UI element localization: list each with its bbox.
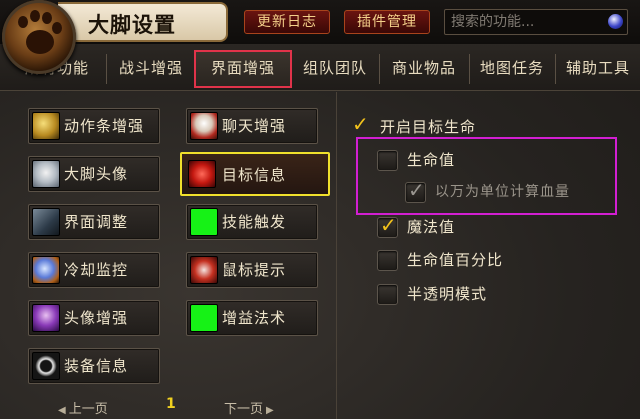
header-bar: 大脚设置 更新日志 插件管理: [0, 0, 640, 44]
module-chat[interactable]: 聊天增强: [186, 108, 318, 144]
spiked-ring-icon: [32, 352, 60, 380]
checkmark-icon: ✓: [408, 178, 425, 202]
module-label: 目标信息: [222, 166, 287, 184]
option-health-percent[interactable]: 生命值百分比: [377, 248, 557, 272]
prev-page-label: 上一页: [68, 402, 108, 417]
right-arrow-icon: ▶: [266, 405, 274, 416]
red-claw-icon: [190, 256, 218, 284]
tab-trade-items[interactable]: 商业物品: [379, 54, 470, 84]
module-label: 动作条增强: [64, 117, 145, 135]
option-enable-target-health[interactable]: ✓ 开启目标生命: [350, 112, 550, 139]
checkmark-icon: ✓: [352, 112, 369, 136]
search-input[interactable]: [449, 12, 603, 32]
checkbox[interactable]: [377, 250, 398, 271]
gold-gears-icon: [32, 112, 60, 140]
checkmark-icon: ✓: [380, 213, 397, 237]
rooster-icon: [190, 112, 218, 140]
module-action-bar[interactable]: 动作条增强: [28, 108, 160, 144]
module-equipment-info[interactable]: 装备信息: [28, 348, 160, 384]
module-buff-spells[interactable]: 增益法术: [186, 300, 318, 336]
module-label: 技能触发: [222, 213, 287, 231]
module-list: 动作条增强 聊天增强 大脚头像 目标信息 界面调整 技能触发 冷却监控 鼠标提示…: [14, 94, 334, 419]
module-portrait-enhance[interactable]: 头像增强: [28, 300, 160, 336]
option-health-in-ten-thousands[interactable]: ✓ 以万为单位计算血量: [405, 178, 605, 204]
green-square-icon: [190, 304, 218, 332]
search-orb-icon[interactable]: [608, 14, 623, 29]
module-target-info[interactable]: 目标信息: [180, 152, 330, 196]
module-cooldown-monitor[interactable]: 冷却监控: [28, 252, 160, 288]
plugin-manage-button[interactable]: 插件管理: [344, 10, 430, 34]
module-mouse-tooltip[interactable]: 鼠标提示: [186, 252, 318, 288]
checkbox[interactable]: ✓: [405, 178, 426, 203]
crystal-orb-icon: [32, 256, 60, 284]
module-bigfoot-portrait[interactable]: 大脚头像: [28, 156, 160, 192]
module-label: 头像增强: [64, 309, 129, 327]
module-skill-trigger[interactable]: 技能触发: [186, 204, 318, 240]
option-label: 生命值百分比: [407, 251, 504, 269]
option-health-value[interactable]: 生命值: [377, 148, 537, 172]
module-label: 鼠标提示: [222, 261, 287, 279]
option-label: 生命值: [407, 151, 456, 169]
addon-settings-window: 大脚设置 更新日志 插件管理 所有功能 战斗增强 界面增强 组队团队 商业物品 …: [0, 0, 640, 419]
module-label: 聊天增强: [222, 117, 287, 135]
seal-pup-icon: [32, 160, 60, 188]
option-mana-value[interactable]: ✓ 魔法值: [377, 213, 537, 239]
checkbox[interactable]: ✓: [350, 112, 369, 136]
module-label: 增益法术: [222, 309, 287, 327]
rune-tablet-icon: [32, 208, 60, 236]
update-log-button[interactable]: 更新日志: [244, 10, 330, 34]
tab-interface[interactable]: 界面增强: [194, 50, 292, 88]
title-plate: 大脚设置: [58, 2, 228, 42]
option-label: 开启目标生命: [380, 118, 477, 136]
search-box[interactable]: [444, 9, 628, 35]
option-translucent-mode[interactable]: 半透明模式: [377, 282, 557, 306]
option-label: 以万为单位计算血量: [435, 184, 570, 200]
left-arrow-icon: ◀: [58, 405, 66, 416]
red-creature-icon: [188, 160, 216, 188]
checkbox[interactable]: ✓: [377, 213, 398, 238]
green-square-icon: [190, 208, 218, 236]
purple-portrait-icon: [32, 304, 60, 332]
panel-divider: [336, 92, 337, 419]
category-tabs: 所有功能 战斗增强 界面增强 组队团队 商业物品 地图任务 辅助工具: [0, 44, 640, 91]
option-label: 魔法值: [407, 218, 456, 236]
module-label: 界面调整: [64, 213, 129, 231]
prev-page-button[interactable]: ◀ 上一页: [58, 398, 108, 417]
module-interface-adjust[interactable]: 界面调整: [28, 204, 160, 240]
bigfoot-paw-logo: [2, 0, 76, 74]
module-label: 大脚头像: [64, 165, 129, 183]
checkbox[interactable]: [377, 284, 398, 305]
next-page-button[interactable]: 下一页 ▶: [224, 398, 274, 417]
tab-party-raid[interactable]: 组队团队: [291, 54, 380, 84]
module-label: 装备信息: [64, 357, 129, 375]
page-number: 1: [166, 396, 176, 412]
tab-map-quest[interactable]: 地图任务: [469, 54, 556, 84]
next-page-label: 下一页: [224, 402, 264, 417]
tab-combat[interactable]: 战斗增强: [106, 54, 197, 84]
tab-utilities[interactable]: 辅助工具: [556, 54, 640, 84]
option-label: 半透明模式: [407, 285, 488, 303]
checkbox[interactable]: [377, 150, 398, 171]
module-label: 冷却监控: [64, 261, 129, 279]
window-title: 大脚设置: [88, 13, 176, 37]
